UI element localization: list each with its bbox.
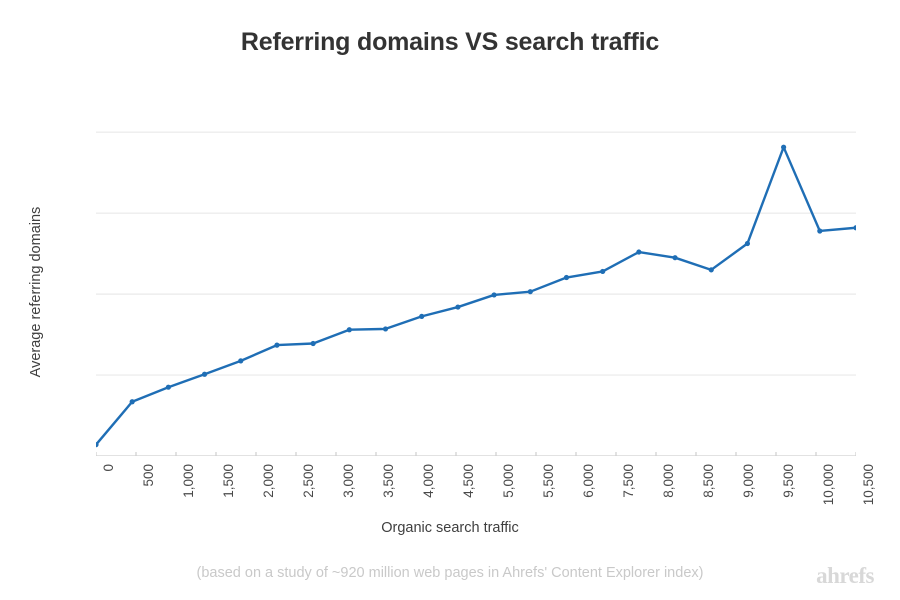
data-point <box>346 327 352 333</box>
x-axis-tick-label: 5,500 <box>541 464 556 498</box>
data-point <box>238 358 244 364</box>
data-line <box>96 146 856 446</box>
x-axis-tick-label: 2,500 <box>301 464 316 498</box>
data-point <box>455 304 461 310</box>
data-point <box>636 249 642 255</box>
data-point <box>491 292 497 298</box>
x-axis-tick-label: 9,000 <box>741 464 756 498</box>
chart-title: Referring domains VS search traffic <box>240 28 660 56</box>
data-point <box>672 255 678 261</box>
x-axis-tick-label: 1,000 <box>181 464 196 498</box>
x-axis-tick-label: 2,000 <box>261 464 276 498</box>
x-axis-tick-labels: 0 500 1,000 1,500 2,000 2,500 3,000 3,500 4,000 4… <box>96 460 876 518</box>
x-axis-tick-label: 9,500 <box>781 464 796 498</box>
x-axis-tick-label: 4,500 <box>461 464 476 498</box>
data-point <box>129 399 135 405</box>
data-point <box>382 326 389 332</box>
data-point <box>310 340 316 347</box>
data-point <box>817 228 823 234</box>
x-axis-tick-label: 0 <box>101 464 116 472</box>
x-axis-tick-label: 5,000 <box>501 464 516 498</box>
data-point-markers <box>96 144 856 448</box>
x-axis-tick-label: 8,000 <box>661 464 676 498</box>
data-point <box>419 313 425 319</box>
y-axis-title: Average referring domains <box>28 206 44 378</box>
x-axis-tick-label: 8,500 <box>701 464 716 498</box>
gridlines <box>96 131 856 376</box>
x-axis-tick-label: 3,000 <box>341 464 356 498</box>
data-point <box>274 342 280 348</box>
line-chart-svg <box>96 131 856 456</box>
data-point <box>527 289 533 295</box>
data-point <box>781 144 787 150</box>
y-axis-title-holder: Average referring domains <box>28 112 58 456</box>
x-axis-tick-label: 4,000 <box>421 464 436 498</box>
data-point <box>708 267 714 273</box>
x-axis-tick-label: 7,500 <box>621 464 636 498</box>
x-axis-tick-label: 10,000 <box>821 464 836 506</box>
data-point <box>165 384 171 390</box>
x-axis-tick-label: 500 <box>141 464 156 487</box>
x-axis-title: Organic search traffic <box>381 520 519 536</box>
x-axis-tick-label: 3,500 <box>381 464 396 498</box>
x-axis-tick-label: 10,500 <box>861 464 876 506</box>
plot-area <box>96 112 856 456</box>
x-axis-tick-label: 6,000 <box>581 464 596 498</box>
data-point <box>563 274 570 281</box>
chart-footnote: (based on a study of ~920 million web pa… <box>196 565 704 581</box>
data-point <box>600 268 606 275</box>
data-point <box>744 240 751 247</box>
data-point <box>201 371 208 377</box>
data-point <box>853 225 856 231</box>
ahrefs-logo: ahrefs <box>816 563 874 588</box>
chart-container: Referring domains VS search traffic Aver… <box>0 0 900 600</box>
x-axis-tick-label: 1,500 <box>221 464 236 498</box>
